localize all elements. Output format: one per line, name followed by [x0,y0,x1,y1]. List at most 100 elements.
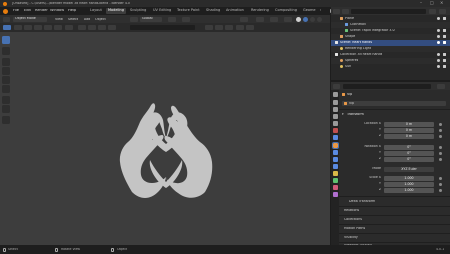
menu-select[interactable]: Select [68,18,78,21]
object-name-field[interactable]: Vip [342,101,446,106]
outliner-row[interactable]: Sun [331,64,450,70]
keyframe-icon[interactable] [439,123,442,126]
object-type-icon[interactable] [98,25,106,30]
viewport-search-input[interactable] [130,25,195,30]
measure-tool-icon[interactable] [2,105,10,113]
transform-pivot-icon[interactable] [130,16,138,22]
eye-icon[interactable] [437,17,440,21]
tab-modeling[interactable]: Modeling [106,8,126,14]
eye-icon[interactable] [437,65,440,69]
tool-tab-icon[interactable] [332,92,338,97]
relations-panel[interactable]: Relations [344,209,359,212]
camera-icon[interactable] [443,53,446,57]
camera-icon[interactable] [443,35,446,39]
scale-y-field[interactable]: 1.000 [384,182,434,187]
pin-icon[interactable] [437,83,445,89]
menu-edit[interactable]: Edit [24,9,31,13]
move-tool-icon[interactable] [2,58,10,66]
menu-help[interactable]: Help [68,9,76,13]
keyframe-icon[interactable] [439,129,442,132]
chevron-down-icon[interactable]: ▾ [342,113,344,116]
eye-icon[interactable] [437,41,440,45]
rotation-y-field[interactable]: 0° [384,151,434,156]
camera-icon[interactable] [78,25,86,30]
select-box-icon[interactable] [3,25,11,30]
delta-transform-panel[interactable]: Delta Transform [349,200,375,203]
pin-icon[interactable] [65,25,73,30]
menu-add[interactable]: Add [84,18,90,21]
properties-search-input[interactable] [343,83,431,89]
rotation-mode-dropdown[interactable]: XYZ Euler [384,167,434,172]
xray-icon[interactable] [284,16,292,22]
menu-object[interactable]: Object [95,18,106,21]
maximize-icon[interactable]: □ [430,1,434,5]
location-y-field[interactable]: 0 m [384,128,434,133]
scene-tab-icon[interactable] [332,121,338,126]
keyframe-icon[interactable] [439,135,442,138]
cursor-tool-icon[interactable] [2,47,10,55]
transform-panel-title[interactable]: Transform [347,113,364,116]
keyframe-icon[interactable] [439,152,442,155]
minimize-icon[interactable]: – [420,1,422,5]
eye-icon[interactable] [437,59,440,63]
select-mode-intersect-icon[interactable] [54,25,62,30]
output-tab-icon[interactable] [332,107,338,112]
select-mode-set-icon[interactable] [14,25,22,30]
visibility-icon[interactable] [240,16,248,22]
editor-type-icon[interactable] [3,16,10,22]
physics-tab-icon[interactable] [332,164,338,169]
grid-icon[interactable] [88,25,96,30]
tab-layout[interactable]: Layout [88,8,104,14]
overlay-icon[interactable] [270,16,278,22]
select-mode-subtract-icon[interactable] [34,25,42,30]
lock-icon[interactable] [108,25,116,30]
menu-file[interactable]: File [13,9,19,13]
filter-icon[interactable] [429,8,436,14]
scale-z-field[interactable]: 1.000 [384,188,434,193]
view-layer-tab-icon[interactable] [332,114,338,119]
keyframe-icon[interactable] [439,189,442,192]
shading-solid-icon[interactable] [296,16,301,22]
gizmo-icon[interactable] [256,16,264,22]
display-icon[interactable] [225,25,233,30]
filter-icon[interactable] [205,25,213,30]
mode-dropdown[interactable]: Object Mode [13,16,47,22]
rotate-tool-icon[interactable] [2,67,10,75]
transform-tool-icon[interactable] [2,85,10,93]
data-tab-icon[interactable] [332,178,338,183]
tab-uv-editing[interactable]: UV Editing [151,8,173,14]
more-tabs-icon[interactable]: › [320,9,321,13]
shading-material-icon[interactable] [303,16,308,22]
camera-icon[interactable] [443,17,446,21]
blender-menu-icon[interactable] [3,8,8,14]
select-mode-invert-icon[interactable] [44,25,52,30]
modifier-tab-icon[interactable] [332,150,338,155]
snap-icon[interactable] [168,16,176,22]
eye-icon[interactable] [437,35,440,39]
keyframe-icon[interactable] [439,183,442,186]
tab-compositing[interactable]: Compositing [273,8,299,14]
particles-tab-icon[interactable] [332,157,338,162]
rotation-x-field[interactable]: 0° [384,145,434,150]
properties-editor-icon[interactable] [333,83,340,89]
scale-tool-icon[interactable] [2,76,10,84]
shading-wireframe-icon[interactable] [317,16,322,22]
camera-icon[interactable] [443,65,446,69]
orientation-dropdown[interactable]: Global [140,16,162,22]
proportional-editing-icon[interactable] [182,16,190,22]
world-tab-icon[interactable] [332,128,338,133]
camera-icon[interactable] [443,29,446,33]
camera-icon[interactable] [443,59,446,63]
constraints-tab-icon[interactable] [332,171,338,176]
motion-paths-panel[interactable]: Motion Paths [344,227,365,230]
tab-shading[interactable]: Shading [204,8,222,14]
tab-sculpting[interactable]: Sculpting [128,8,148,14]
tab-animation[interactable]: Animation [224,8,246,14]
add-cube-tool-icon[interactable] [2,116,10,124]
material-tab-icon[interactable] [332,185,338,190]
close-icon[interactable]: × [440,1,443,5]
heart-hands-model[interactable] [0,32,330,245]
settings-icon[interactable] [215,25,223,30]
collections-panel[interactable]: Collections [344,218,362,221]
tab-texture-paint[interactable]: Texture Paint [175,8,202,14]
